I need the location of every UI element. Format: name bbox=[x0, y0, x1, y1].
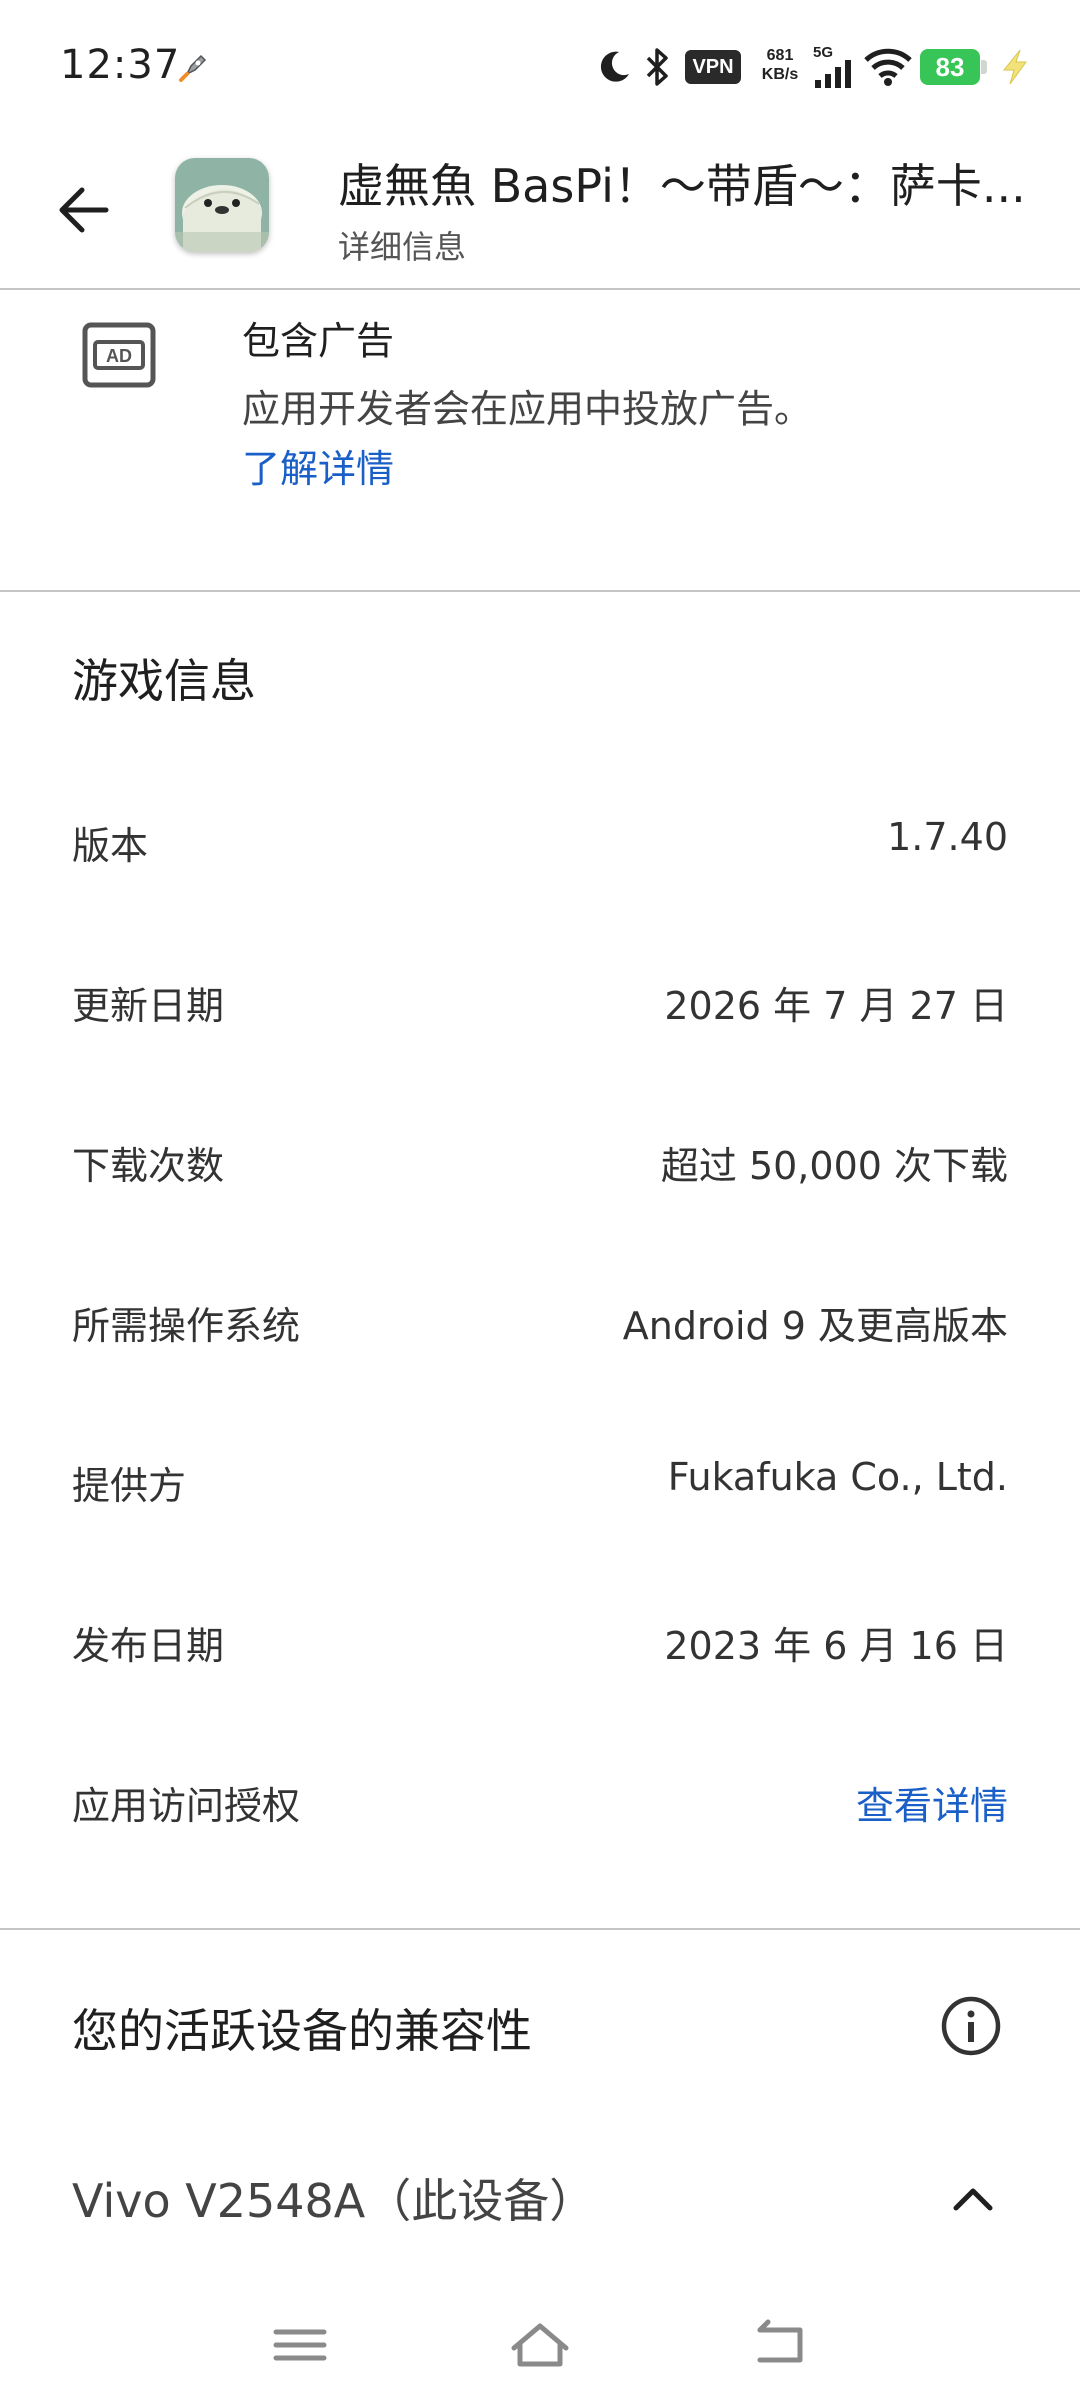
info-row-downloads: 下载次数 超过 50,000 次下载 bbox=[72, 1115, 1008, 1205]
compatibility-title: 您的活跃设备的兼容性 bbox=[72, 2004, 532, 2058]
info-value: Android 9 及更高版本 bbox=[622, 1304, 1008, 1348]
learn-more-link[interactable]: 了解详情 bbox=[242, 438, 394, 493]
page-subtitle: 详细信息 bbox=[338, 228, 467, 266]
info-label: 所需操作系统 bbox=[72, 1304, 301, 1348]
info-row-update-date: 更新日期 2026 年 7 月 27 日 bbox=[72, 955, 1008, 1045]
signal-icon bbox=[815, 60, 851, 88]
info-label: 下载次数 bbox=[72, 1144, 225, 1188]
view-details-link[interactable]: 查看详情 bbox=[856, 1775, 1008, 1830]
wifi-icon bbox=[864, 48, 912, 86]
app-header: 虚無魚 BasPi！～带盾～：萨卡... 详细信息 bbox=[0, 130, 1080, 290]
info-value: 2023 年 6 月 16 日 bbox=[664, 1624, 1008, 1668]
status-icons: VPN 681 KB/s 5G 83 bbox=[520, 0, 1080, 130]
game-info-title: 游戏信息 bbox=[72, 654, 256, 708]
section-divider bbox=[0, 1928, 1080, 1930]
info-label: 更新日期 bbox=[72, 984, 225, 1028]
ads-section: AD 包含广告 应用开发者会在应用中投放广告。 了解详情 bbox=[0, 290, 1080, 592]
info-label: 提供方 bbox=[72, 1464, 187, 1508]
info-value: Fukafuka Co., Ltd. bbox=[667, 1455, 1008, 1499]
ads-description: 应用开发者会在应用中投放广告。 bbox=[242, 387, 813, 431]
svg-text:AD: AD bbox=[106, 346, 132, 366]
info-row-version: 版本 1.7.40 bbox=[72, 795, 1008, 885]
app-icon[interactable] bbox=[175, 158, 269, 252]
ad-icon: AD bbox=[82, 322, 156, 388]
info-value: 超过 50,000 次下载 bbox=[660, 1144, 1008, 1188]
device-name[interactable]: Vivo V2548A（此设备） bbox=[72, 2165, 595, 2231]
battery-icon: 83 bbox=[920, 49, 980, 85]
battery-tip bbox=[981, 60, 987, 74]
info-label: 应用访问授权 bbox=[72, 1784, 301, 1828]
info-row-required-os: 所需操作系统 Android 9 及更高版本 bbox=[72, 1275, 1008, 1365]
rocket-icon bbox=[179, 54, 207, 82]
net-speed-unit: KB/s bbox=[761, 66, 799, 83]
network-type: 5G bbox=[813, 44, 834, 61]
info-icon[interactable] bbox=[940, 1995, 1002, 2057]
app-title: 虚無魚 BasPi！～带盾～：萨卡... bbox=[338, 159, 1026, 213]
bluetooth-icon bbox=[646, 48, 668, 86]
info-row-provider: 提供方 Fukafuka Co., Ltd. bbox=[72, 1435, 1008, 1525]
system-nav-bar bbox=[0, 2290, 1080, 2400]
net-speed-value: 681 bbox=[766, 47, 794, 64]
charging-icon bbox=[1002, 49, 1027, 85]
ads-title: 包含广告 bbox=[242, 319, 395, 363]
info-row-release-date: 发布日期 2023 年 6 月 16 日 bbox=[72, 1595, 1008, 1685]
info-row-permissions: 应用访问授权 查看详情 bbox=[72, 1755, 1008, 1845]
info-label: 版本 bbox=[72, 824, 149, 868]
back-nav-icon[interactable] bbox=[740, 2310, 820, 2380]
status-time: 12:37 bbox=[60, 42, 181, 88]
info-value: 1.7.40 bbox=[887, 815, 1008, 859]
chevron-up-icon[interactable] bbox=[948, 2178, 998, 2218]
net-speed: 681 KB/s bbox=[754, 46, 806, 84]
status-bar: 12:37 VPN 681 KB/s 5G 83 bbox=[0, 0, 1080, 130]
vpn-icon: VPN bbox=[685, 50, 741, 84]
info-value: 2026 年 7 月 27 日 bbox=[664, 984, 1008, 1028]
home-icon[interactable] bbox=[500, 2310, 580, 2380]
info-label: 发布日期 bbox=[72, 1624, 225, 1668]
moon-icon bbox=[600, 51, 629, 82]
menu-icon[interactable] bbox=[260, 2310, 340, 2380]
back-arrow-icon[interactable] bbox=[46, 170, 126, 250]
